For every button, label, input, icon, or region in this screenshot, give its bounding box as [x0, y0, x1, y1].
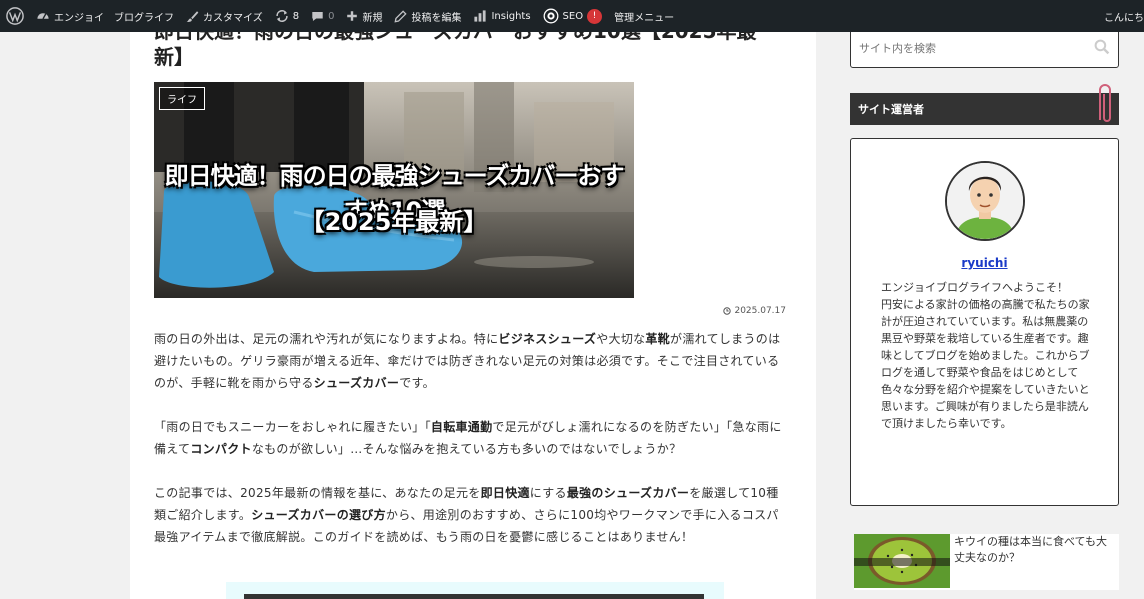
bold-text: 最強のシューズカバー — [566, 486, 690, 500]
bold-text: シューズカバーの選び方 — [251, 508, 386, 522]
insights-link[interactable]: Insights — [467, 0, 536, 32]
edit-post-label: 投稿を編集 — [411, 12, 462, 24]
paragraph-2: 「雨の日でもスニーカーをおしゃれに履きたい」「自転車通勤で足元がびしょ濡れになる… — [154, 416, 790, 460]
seo-label: SEO — [562, 10, 584, 22]
new-content-link[interactable]: 新規 — [340, 0, 388, 32]
comments-count: 0 — [328, 10, 335, 22]
bold-text: 革靴 — [645, 332, 671, 346]
seo-alert-badge: ! — [587, 8, 603, 24]
greeting-label: こんにち — [1104, 12, 1144, 24]
post-body: 雨の日の外出は、足元の濡れや汚れが気になりますよね。特にビジネスシューズや大切な… — [154, 328, 790, 570]
clock-icon — [723, 307, 732, 315]
avatar — [945, 161, 1025, 241]
site-name-label: エンジョイ ブログライフ — [54, 12, 174, 24]
updates-link[interactable]: 8 — [269, 0, 305, 32]
edit-post-link[interactable]: 投稿を編集 — [388, 0, 467, 32]
author-description: エンジョイブログライフへようこそ！ 円安による家計の価格の高騰で私たちの家計が圧… — [881, 281, 1090, 430]
text-segment: にする — [529, 486, 567, 500]
text-segment: 雨の日の外出は、足元の濡れや汚れが気になりますよね。特に — [154, 332, 499, 346]
seo-link[interactable]: SEO ! — [537, 0, 609, 32]
account-greeting[interactable]: こんにち — [1104, 0, 1144, 32]
category-label[interactable]: ライフ — [159, 87, 205, 110]
related-post-item[interactable]: キウイの種は本当に食べても大丈夫なのか？ — [854, 534, 1119, 590]
plus-icon — [347, 11, 358, 21]
pencil-icon — [394, 9, 408, 23]
comment-icon — [312, 11, 323, 21]
bar-chart-icon — [474, 10, 487, 22]
post-date-value: 2025.07.17 — [734, 306, 786, 316]
updates-count: 8 — [292, 10, 300, 22]
article-content: 即日快適！雨の日の最強シューズカバーおすすめ10選【2025年最 新】 — [130, 19, 816, 599]
paragraph-3: この記事では、2025年最新の情報を基に、あなたの足元を即日快適にする最強のシュ… — [154, 482, 790, 548]
admin-bar: エンジョイ ブログライフ カスタマイズ 8 0 新規 投稿を編集 Insight… — [0, 0, 1144, 32]
bold-text: ビジネスシューズ — [498, 332, 597, 346]
dashboard-icon — [37, 13, 49, 20]
bold-text: 自転車通勤 — [430, 420, 493, 434]
wordpress-logo-button[interactable] — [0, 0, 30, 32]
related-post-title[interactable]: キウイの種は本当に食べても大丈夫なのか？ — [954, 534, 1114, 566]
brush-icon — [186, 10, 199, 22]
insights-label: Insights — [491, 10, 531, 22]
text-segment: です。 — [399, 376, 435, 390]
widget-title: サイト運営者 — [850, 93, 1119, 125]
post-title-line2: 新】 — [154, 45, 194, 69]
text-segment: や大切な — [596, 332, 646, 346]
author-name-link[interactable]: ryuichi — [851, 256, 1118, 270]
site-name-link[interactable]: エンジョイ ブログライフ — [30, 0, 180, 32]
related-post-thumbnail[interactable] — [854, 534, 950, 588]
post-date: 2025.07.17 — [723, 306, 786, 316]
text-segment: 「雨の日でもスニーカーをおしゃれに履きたい」「 — [154, 420, 431, 434]
bold-text: コンパクト — [190, 442, 252, 456]
admin-menu-link[interactable]: 管理メニュー — [608, 0, 680, 32]
customize-label: カスタマイズ — [203, 12, 263, 24]
admin-menu-label: 管理メニュー — [614, 12, 675, 24]
search-button[interactable] — [1094, 39, 1110, 59]
comments-link[interactable]: 0 — [305, 0, 340, 32]
author-profile-card: ryuichi エンジョイブログライフへようこそ！ 円安による家計の価格の高騰で… — [850, 138, 1119, 506]
bold-text: シューズカバー — [313, 376, 400, 390]
paragraph-1: 雨の日の外出は、足元の濡れや汚れが気になりますよね。特にビジネスシューズや大切な… — [154, 328, 790, 394]
updates-icon — [276, 10, 288, 22]
text-segment: なものが欲しい」…そんな悩みを抱えている方も多いのではないでしょうか？ — [251, 442, 682, 456]
new-label: 新規 — [362, 12, 383, 24]
eyecatch-subtitle: 【2025年最新】 — [300, 208, 488, 236]
eyecatch-image: ライフ 即日快適！雨の日の最強シューズカバーおすすめ10選 【2025年最新】 — [154, 82, 634, 298]
search-icon — [1094, 39, 1110, 55]
search-input[interactable] — [859, 38, 1079, 58]
search-box — [850, 28, 1119, 68]
table-of-contents-header — [244, 594, 704, 599]
bold-text: 即日快適 — [480, 486, 530, 500]
text-segment: この記事では、2025年最新の情報を基に、あなたの足元を — [154, 486, 481, 500]
customize-link[interactable]: カスタマイズ — [180, 0, 269, 32]
wordpress-icon — [6, 7, 24, 25]
paperclip-icon — [1094, 80, 1116, 132]
seo-gear-icon — [543, 8, 558, 24]
